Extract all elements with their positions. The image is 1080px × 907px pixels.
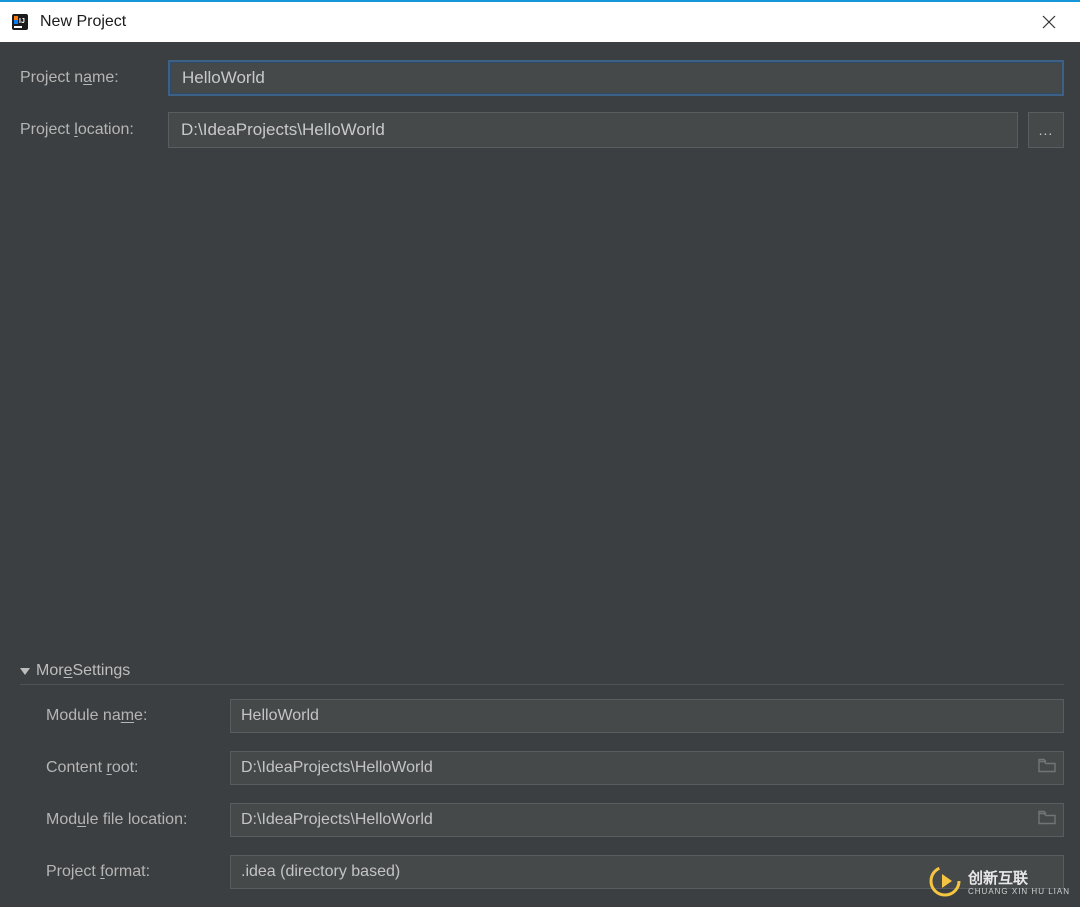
folder-icon[interactable] xyxy=(1038,811,1056,830)
module-name-input[interactable] xyxy=(230,699,1064,733)
module-file-location-row: Module file location: xyxy=(46,803,1064,837)
svg-text:IJ: IJ xyxy=(19,18,25,25)
browse-location-button[interactable]: ... xyxy=(1028,112,1064,148)
project-format-label: Project format: xyxy=(46,863,230,881)
content-root-row: Content root: xyxy=(46,751,1064,785)
close-icon xyxy=(1042,15,1056,29)
more-settings-section: More Settings Module name: Content root:… xyxy=(0,662,1080,907)
close-button[interactable] xyxy=(1026,2,1072,42)
chevron-down-icon xyxy=(20,666,30,676)
module-name-row: Module name: xyxy=(46,699,1064,733)
module-name-label: Module name: xyxy=(46,707,230,725)
project-location-label: Project location: xyxy=(20,121,168,139)
project-location-input[interactable] xyxy=(168,112,1018,148)
window-title: New Project xyxy=(40,13,126,31)
titlebar: IJ New Project xyxy=(0,0,1080,42)
content-root-input[interactable] xyxy=(230,751,1064,785)
content-root-label: Content root: xyxy=(46,759,230,777)
project-name-input[interactable] xyxy=(168,60,1064,96)
project-name-row: Project name: xyxy=(20,60,1064,96)
module-file-location-input[interactable] xyxy=(230,803,1064,837)
project-location-row: Project location: ... xyxy=(20,112,1064,148)
project-format-select[interactable] xyxy=(230,855,1064,889)
more-settings-toggle[interactable]: More Settings xyxy=(20,662,1064,685)
form-area: Project name: Project location: ... xyxy=(0,42,1080,148)
folder-icon[interactable] xyxy=(1038,759,1056,778)
intellij-icon: IJ xyxy=(10,12,30,32)
project-name-label: Project name: xyxy=(20,69,168,87)
project-format-row: Project format: xyxy=(46,855,1064,889)
module-file-location-label: Module file location: xyxy=(46,811,230,829)
